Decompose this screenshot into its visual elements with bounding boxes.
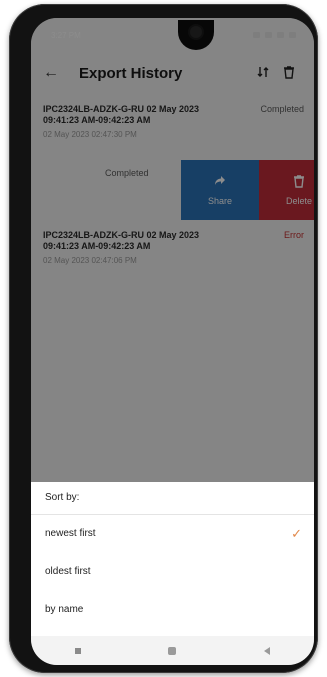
sort-bottom-sheet: Sort by: newest first ✓ oldest first by …	[31, 482, 314, 636]
sort-option-label: by name	[45, 604, 84, 615]
sort-option-name[interactable]: by name	[31, 591, 314, 629]
home-button[interactable]	[159, 645, 185, 657]
system-nav-bar	[31, 636, 314, 665]
sort-option-label: newest first	[45, 528, 96, 539]
recents-icon	[75, 647, 82, 654]
screen: 3:27 PM ← Export History IPC2324LB-ADZK-…	[31, 18, 314, 665]
check-icon: ✓	[291, 526, 302, 541]
recents-button[interactable]	[65, 645, 91, 657]
sort-option-oldest[interactable]: oldest first	[31, 553, 314, 591]
phone-frame: 3:27 PM ← Export History IPC2324LB-ADZK-…	[9, 4, 318, 673]
sort-sheet-title: Sort by:	[31, 482, 314, 515]
back-icon	[263, 646, 270, 655]
home-icon	[168, 646, 177, 655]
back-button[interactable]	[254, 645, 280, 657]
sort-option-label: oldest first	[45, 566, 91, 577]
sort-option-newest[interactable]: newest first ✓	[31, 515, 314, 553]
